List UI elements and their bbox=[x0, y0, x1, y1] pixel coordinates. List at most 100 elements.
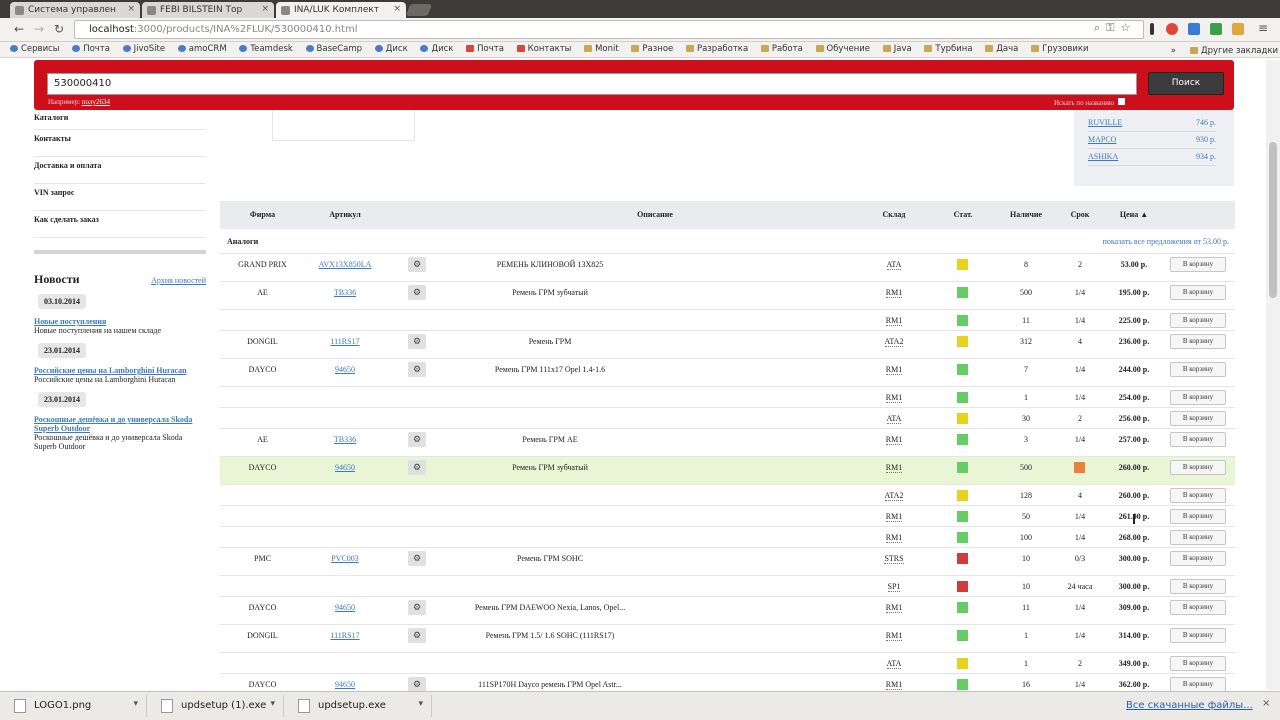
browser-tab-active[interactable]: INA/LUK Комплект × bbox=[276, 2, 406, 18]
close-tab-icon[interactable]: × bbox=[393, 4, 401, 14]
bookmark-folder[interactable]: Обучение bbox=[815, 44, 870, 54]
gear-icon[interactable]: ⚙ bbox=[408, 460, 426, 475]
show-all-downloads-link[interactable]: Все скачанные файлы... bbox=[1126, 700, 1253, 711]
chevron-down-icon[interactable]: ▾ bbox=[270, 699, 275, 709]
reload-icon[interactable]: ↻ bbox=[54, 22, 64, 36]
search-by-name-checkbox[interactable] bbox=[1118, 98, 1126, 105]
col-warehouse[interactable]: Склад bbox=[870, 210, 918, 219]
url-field[interactable]: localhost:3000/products/INA%2FLUK/530000… bbox=[74, 20, 1144, 39]
news-link[interactable]: Новые поступления bbox=[34, 317, 206, 326]
show-all-offers-link[interactable]: показать все предложения от 53.00 р. bbox=[1103, 237, 1229, 246]
bookmark-item[interactable]: Teamdesk bbox=[239, 44, 293, 54]
article-link[interactable]: 94650 bbox=[305, 680, 385, 689]
col-stock[interactable]: Наличие bbox=[1000, 210, 1052, 219]
gear-icon[interactable]: ⚙ bbox=[408, 362, 426, 377]
bookmark-folder[interactable]: Разработка bbox=[685, 44, 748, 54]
article-link[interactable]: 94650 bbox=[305, 365, 385, 374]
gear-icon[interactable]: ⚙ bbox=[408, 257, 426, 272]
article-link[interactable]: 94650 bbox=[305, 603, 385, 612]
menu-icon[interactable]: ≡ bbox=[1258, 21, 1268, 35]
key-icon[interactable]: ⚿ bbox=[1106, 21, 1120, 34]
add-to-cart-button[interactable]: В корзину bbox=[1170, 656, 1226, 671]
col-term[interactable]: Срок bbox=[1058, 210, 1102, 219]
gear-icon[interactable]: ⚙ bbox=[408, 600, 426, 615]
add-to-cart-button[interactable]: В корзину bbox=[1170, 600, 1226, 615]
gear-icon[interactable]: ⚙ bbox=[408, 551, 426, 566]
sidebar-item-contacts[interactable]: Контакты bbox=[34, 130, 206, 157]
add-to-cart-button[interactable]: В корзину bbox=[1170, 509, 1226, 524]
sidebar-item-catalogs[interactable]: Каталоги bbox=[34, 110, 206, 130]
bookmark-folder[interactable]: Дача bbox=[985, 44, 1018, 54]
gear-icon[interactable]: ⚙ bbox=[408, 677, 426, 691]
download-item[interactable]: LOGO1.png ▾ bbox=[0, 695, 147, 717]
bookmark-item[interactable]: BaseCamp bbox=[305, 44, 362, 54]
browser-tab[interactable]: Система управлен × bbox=[10, 2, 140, 18]
browser-tab[interactable]: FEBI BILSTEIN Тор × bbox=[142, 2, 274, 18]
chevron-down-icon[interactable]: ▾ bbox=[418, 699, 423, 709]
add-to-cart-button[interactable]: В корзину bbox=[1170, 628, 1226, 643]
bookmark-item[interactable]: Почта bbox=[466, 44, 504, 54]
add-to-cart-button[interactable]: В корзину bbox=[1170, 551, 1226, 566]
close-icon[interactable]: × bbox=[1262, 698, 1270, 709]
page-scrollbar[interactable] bbox=[1266, 60, 1280, 690]
back-icon[interactable]: ← bbox=[14, 22, 24, 36]
search-by-name[interactable]: Искать по названию bbox=[1054, 98, 1126, 107]
close-tab-icon[interactable]: × bbox=[261, 4, 269, 14]
sidebar-item-vin[interactable]: VIN запрос bbox=[34, 184, 206, 211]
download-item[interactable]: updsetup (1).exe ▾ bbox=[147, 695, 284, 717]
article-link[interactable]: AVX13X850LA bbox=[305, 260, 385, 269]
article-link[interactable]: 111RS17 bbox=[305, 631, 385, 640]
download-item[interactable]: updsetup.exe ▾ bbox=[284, 695, 432, 717]
bookmark-item[interactable]: Контакты bbox=[516, 44, 571, 54]
col-brand[interactable]: Фирма bbox=[220, 210, 305, 219]
other-bookmarks[interactable]: Другие закладки bbox=[1189, 46, 1278, 56]
gear-icon[interactable]: ⚙ bbox=[408, 628, 426, 643]
bookmark-folder[interactable]: Java bbox=[882, 44, 912, 54]
extension-icon[interactable] bbox=[1210, 23, 1222, 35]
offer-row[interactable]: MAPCO 930 р. bbox=[1088, 133, 1216, 149]
add-to-cart-button[interactable]: В корзину bbox=[1170, 313, 1226, 328]
bookmark-item[interactable]: Сервисы bbox=[10, 44, 59, 54]
news-link[interactable]: Роскошные дешёвка и до универсала Skoda … bbox=[34, 415, 206, 433]
article-link[interactable]: 94650 bbox=[305, 463, 385, 472]
extension-icon[interactable] bbox=[1188, 23, 1200, 35]
add-to-cart-button[interactable]: В корзину bbox=[1170, 530, 1226, 545]
add-to-cart-button[interactable]: В корзину bbox=[1170, 488, 1226, 503]
article-link[interactable]: 111RS17 bbox=[305, 337, 385, 346]
gear-icon[interactable]: ⚙ bbox=[408, 334, 426, 349]
bookmark-folder[interactable]: Разное bbox=[631, 44, 673, 54]
col-status[interactable]: Стат. bbox=[940, 210, 986, 219]
article-link[interactable]: PVC003 bbox=[305, 554, 385, 563]
extension-icon[interactable] bbox=[1232, 23, 1244, 35]
add-to-cart-button[interactable]: В корзину bbox=[1170, 285, 1226, 300]
add-to-cart-button[interactable]: В корзину bbox=[1170, 334, 1226, 349]
offer-row[interactable]: ASHIKA 934 р. bbox=[1088, 150, 1216, 166]
add-to-cart-button[interactable]: В корзину bbox=[1170, 411, 1226, 426]
extension-icon[interactable] bbox=[1150, 23, 1154, 35]
gear-icon[interactable]: ⚙ bbox=[408, 432, 426, 447]
bookmarks-overflow[interactable]: » Другие закладки bbox=[1171, 44, 1278, 56]
star-icon[interactable]: ☆ bbox=[1121, 21, 1137, 34]
bookmark-item[interactable]: Почта bbox=[72, 44, 110, 54]
close-tab-icon[interactable]: × bbox=[127, 4, 135, 14]
bookmark-item[interactable]: amoCRM bbox=[177, 44, 227, 54]
bookmark-folder[interactable]: Турбина bbox=[924, 44, 973, 54]
add-to-cart-button[interactable]: В корзину bbox=[1170, 362, 1226, 377]
news-link[interactable]: Российские цены на Lamborghini Huracan bbox=[34, 366, 206, 375]
add-to-cart-button[interactable]: В корзину bbox=[1170, 390, 1226, 405]
add-to-cart-button[interactable]: В корзину bbox=[1170, 579, 1226, 594]
sidebar-item-how-to-order[interactable]: Как сделать заказ bbox=[34, 211, 206, 238]
search-input[interactable]: 530000410 bbox=[47, 73, 1137, 95]
add-to-cart-button[interactable]: В корзину bbox=[1170, 460, 1226, 475]
add-to-cart-button[interactable]: В корзину bbox=[1170, 677, 1226, 691]
article-link[interactable]: TB336 bbox=[305, 288, 385, 297]
search-icon[interactable]: ⌕ bbox=[1094, 21, 1106, 34]
forward-icon[interactable]: → bbox=[34, 22, 44, 36]
bookmark-item[interactable]: JivoSite bbox=[122, 44, 165, 54]
col-article[interactable]: Артикул bbox=[305, 210, 385, 219]
new-tab-button[interactable] bbox=[405, 4, 433, 16]
col-description[interactable]: Описание bbox=[430, 210, 880, 219]
offer-row[interactable]: RUVILLE 746 р. bbox=[1088, 116, 1216, 132]
col-price[interactable]: Цена ▲ bbox=[1105, 210, 1163, 219]
bookmark-item[interactable]: Диск bbox=[374, 44, 408, 54]
